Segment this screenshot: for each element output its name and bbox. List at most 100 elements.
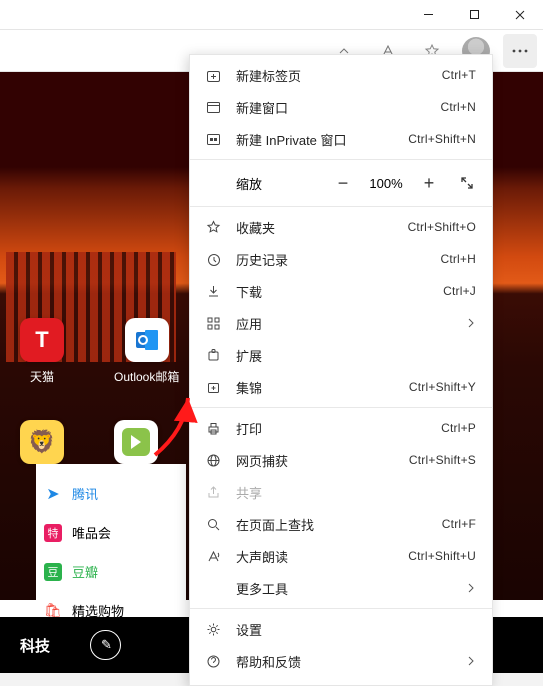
menu-label: 共享: [236, 483, 476, 502]
tmall-icon: T: [20, 318, 64, 362]
download-icon: [204, 282, 222, 300]
tile-iqiyi[interactable]: [114, 420, 158, 464]
menu-shortcut: Ctrl+H: [440, 252, 476, 266]
outlook-icon: [125, 318, 169, 362]
tile-tmall[interactable]: T 天猫: [20, 318, 64, 385]
tile-label: 天猫: [30, 368, 54, 385]
menu-print[interactable]: 打印 Ctrl+P: [190, 412, 492, 444]
menu-label: 大声朗读: [236, 547, 394, 566]
star-icon: [204, 218, 222, 236]
maximize-button[interactable]: [451, 0, 497, 30]
menu-collections[interactable]: 集锦 Ctrl+Shift+Y: [190, 371, 492, 403]
pencil-icon: ✎: [101, 637, 112, 653]
menu-shortcut: Ctrl+P: [441, 421, 476, 435]
link-vip[interactable]: 特 唯品会: [36, 513, 186, 552]
category-label[interactable]: 科技: [20, 635, 50, 656]
douban-icon: 豆: [44, 563, 62, 581]
menu-read-aloud[interactable]: 大声朗读 Ctrl+Shift+U: [190, 540, 492, 572]
menu-label: 更多工具: [236, 579, 452, 598]
link-douban[interactable]: 豆 豆瓣: [36, 552, 186, 591]
menu-label: 历史记录: [236, 250, 426, 269]
menu-find[interactable]: 在页面上查找 Ctrl+F: [190, 508, 492, 540]
iqiyi-icon: [114, 420, 158, 464]
menu-settings[interactable]: 设置: [190, 613, 492, 645]
menu-favorites[interactable]: 收藏夹 Ctrl+Shift+O: [190, 211, 492, 243]
link-label: 唯品会: [72, 523, 111, 542]
link-tencent[interactable]: ➤ 腾讯: [36, 474, 186, 513]
tile-row-2: 🦁: [20, 420, 158, 464]
menu-separator: [190, 159, 492, 160]
menu-shortcut: Ctrl+Shift+N: [408, 132, 476, 146]
menu-label: 新建 InPrivate 窗口: [236, 130, 394, 149]
menu-apps[interactable]: 应用: [190, 307, 492, 339]
menu-new-tab[interactable]: 新建标签页 Ctrl+T: [190, 59, 492, 91]
tile-row-1: T 天猫 Outlook邮箱: [20, 318, 179, 385]
menu-shortcut: Ctrl+T: [442, 68, 476, 82]
menu-new-inprivate[interactable]: 新建 InPrivate 窗口 Ctrl+Shift+N: [190, 123, 492, 155]
menu-label: 下载: [236, 282, 429, 301]
print-icon: [204, 419, 222, 437]
find-icon: [204, 515, 222, 533]
menu-shortcut: Ctrl+F: [442, 517, 476, 531]
menu-separator: [190, 608, 492, 609]
read-aloud-icon: [204, 547, 222, 565]
chevron-right-icon: [466, 654, 476, 669]
menu-downloads[interactable]: 下载 Ctrl+J: [190, 275, 492, 307]
settings-menu: 新建标签页 Ctrl+T 新建窗口 Ctrl+N 新建 InPrivate 窗口…: [189, 54, 493, 686]
menu-web-capture[interactable]: 网页捕获 Ctrl+Shift+S: [190, 444, 492, 476]
menu-shortcut: Ctrl+Shift+S: [409, 453, 476, 467]
help-icon: [204, 652, 222, 670]
link-label: 豆瓣: [72, 562, 98, 581]
zoom-label: 缩放: [236, 174, 322, 193]
menu-label: 网页捕获: [236, 451, 395, 470]
menu-label: 应用: [236, 314, 452, 333]
chevron-right-icon: [466, 581, 476, 596]
menu-zoom-row: 缩放 − 100% +: [190, 164, 492, 202]
menu-label: 扩展: [236, 346, 476, 365]
menu-shortcut: Ctrl+Shift+O: [408, 220, 476, 234]
tencent-icon: ➤: [44, 485, 62, 503]
gear-icon: [204, 620, 222, 638]
menu-shortcut: Ctrl+Shift+U: [408, 549, 476, 563]
menu-history[interactable]: 历史记录 Ctrl+H: [190, 243, 492, 275]
menu-shortcut: Ctrl+Shift+Y: [409, 380, 476, 394]
menu-label: 打印: [236, 419, 427, 438]
link-label: 腾讯: [72, 484, 98, 503]
fullscreen-button[interactable]: [450, 168, 484, 198]
web-capture-icon: [204, 451, 222, 469]
tile-outlook[interactable]: Outlook邮箱: [114, 318, 179, 385]
menu-label: 收藏夹: [236, 218, 394, 237]
collections-icon: [204, 378, 222, 396]
menu-separator: [190, 407, 492, 408]
menu-extensions[interactable]: 扩展: [190, 339, 492, 371]
close-button[interactable]: [497, 0, 543, 30]
menu-shortcut: Ctrl+N: [440, 100, 476, 114]
minimize-button[interactable]: [405, 0, 451, 30]
menu-label: 集锦: [236, 378, 395, 397]
menu-new-window[interactable]: 新建窗口 Ctrl+N: [190, 91, 492, 123]
tile-lion[interactable]: 🦁: [20, 420, 64, 464]
menu-label: 设置: [236, 620, 476, 639]
zoom-out-button[interactable]: −: [326, 168, 360, 198]
menu-separator: [190, 206, 492, 207]
extensions-icon: [204, 346, 222, 364]
menu-label: 新建窗口: [236, 98, 426, 117]
edit-pill[interactable]: ✎: [90, 630, 121, 660]
tile-label: Outlook邮箱: [114, 368, 179, 385]
menu-shortcut: Ctrl+J: [443, 284, 476, 298]
menu-share: 共享: [190, 476, 492, 508]
menu-more-tools[interactable]: 更多工具: [190, 572, 492, 604]
zoom-in-button[interactable]: +: [412, 168, 446, 198]
more-menu-button[interactable]: [503, 34, 537, 68]
menu-help[interactable]: 帮助和反馈: [190, 645, 492, 677]
inprivate-icon: [204, 130, 222, 148]
window-titlebar: [0, 0, 543, 30]
menu-label: 在页面上查找: [236, 515, 428, 534]
vip-icon: 特: [44, 524, 62, 542]
share-icon: [204, 483, 222, 501]
history-icon: [204, 250, 222, 268]
menu-label: 新建标签页: [236, 66, 428, 85]
new-window-icon: [204, 98, 222, 116]
chevron-right-icon: [466, 316, 476, 331]
blank-icon: [204, 579, 222, 597]
